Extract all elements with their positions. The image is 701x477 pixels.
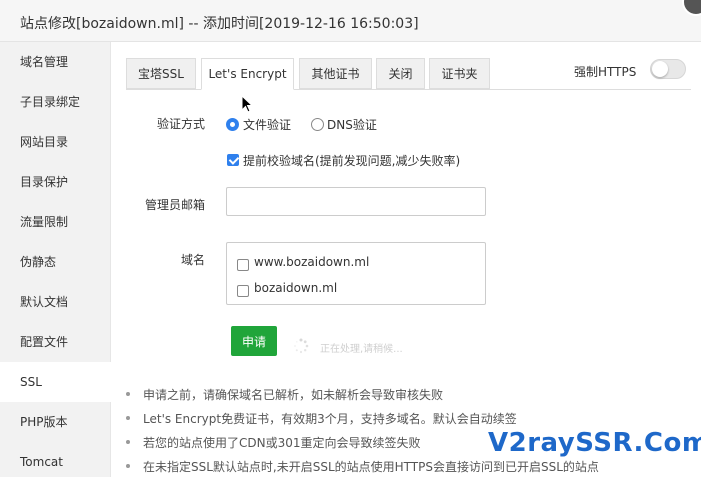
dns-verify-label[interactable]: DNS验证 — [327, 116, 377, 133]
tab-lets-encrypt[interactable]: Let's Encrypt — [201, 58, 294, 90]
sidebar-item-dir-protect[interactable]: 目录保护 — [0, 162, 111, 202]
precheck-checkbox[interactable] — [227, 154, 239, 166]
mouse-cursor-icon — [241, 95, 253, 113]
sidebar-item-rewrite[interactable]: 伪静态 — [0, 242, 111, 282]
radio-file-verify[interactable] — [226, 118, 239, 131]
toggle-knob — [652, 61, 668, 77]
force-https-label: 强制HTTPS — [574, 65, 637, 79]
email-label: 管理员邮箱 — [144, 198, 205, 212]
loading-text: 正在处理,请稍候... — [320, 344, 403, 355]
apply-button[interactable]: 申请 — [231, 326, 277, 356]
domain-checkbox-www[interactable] — [237, 259, 249, 271]
force-https-toggle[interactable] — [650, 59, 686, 79]
file-verify-label[interactable]: 文件验证 — [243, 116, 291, 133]
domain-label-www[interactable]: www.bozaidown.ml — [254, 255, 369, 269]
sidebar-item-php[interactable]: PHP版本 — [0, 402, 111, 442]
loading-spinner-icon — [294, 338, 309, 354]
domain-checkbox-root[interactable] — [237, 285, 249, 297]
tab-other-cert[interactable]: 其他证书 — [299, 58, 372, 89]
sidebar-item-subdir[interactable]: 子目录绑定 — [0, 82, 111, 122]
domain-label: 域名 — [180, 253, 205, 267]
domain-label-root[interactable]: bozaidown.ml — [254, 281, 337, 295]
sidebar-item-tomcat[interactable]: Tomcat — [0, 442, 111, 477]
tab-close[interactable]: 关闭 — [376, 58, 425, 89]
tab-cert-folder[interactable]: 证书夹 — [429, 58, 490, 89]
dialog-title: 站点修改[bozaidown.ml] -- 添加时间[2019-12-16 16… — [20, 16, 419, 32]
sidebar-item-config[interactable]: 配置文件 — [0, 322, 111, 362]
domain-list: www.bozaidown.ml bozaidown.ml — [226, 242, 486, 305]
tab-bt-ssl[interactable]: 宝塔SSL — [126, 58, 196, 89]
radio-dns-verify[interactable] — [311, 118, 324, 131]
sidebar-item-default-doc[interactable]: 默认文档 — [0, 282, 111, 322]
watermark: V2raySSR.Com — [488, 428, 701, 458]
verify-method-label: 验证方式 — [156, 117, 205, 131]
sidebar-item-site-dir[interactable]: 网站目录 — [0, 122, 111, 162]
dialog-titlebar: 站点修改[bozaidown.ml] -- 添加时间[2019-12-16 16… — [0, 0, 701, 42]
email-input[interactable] — [226, 187, 486, 216]
sidebar-item-traffic-limit[interactable]: 流量限制 — [0, 202, 111, 242]
sidebar-item-domain[interactable]: 域名管理 — [0, 42, 111, 82]
sidebar: 域名管理 子目录绑定 网站目录 目录保护 流量限制 伪静态 默认文档 配置文件 … — [0, 42, 112, 477]
precheck-label[interactable]: 提前校验域名(提前发现问题,减少失败率) — [243, 152, 460, 169]
sidebar-item-ssl[interactable]: SSL — [0, 362, 112, 402]
